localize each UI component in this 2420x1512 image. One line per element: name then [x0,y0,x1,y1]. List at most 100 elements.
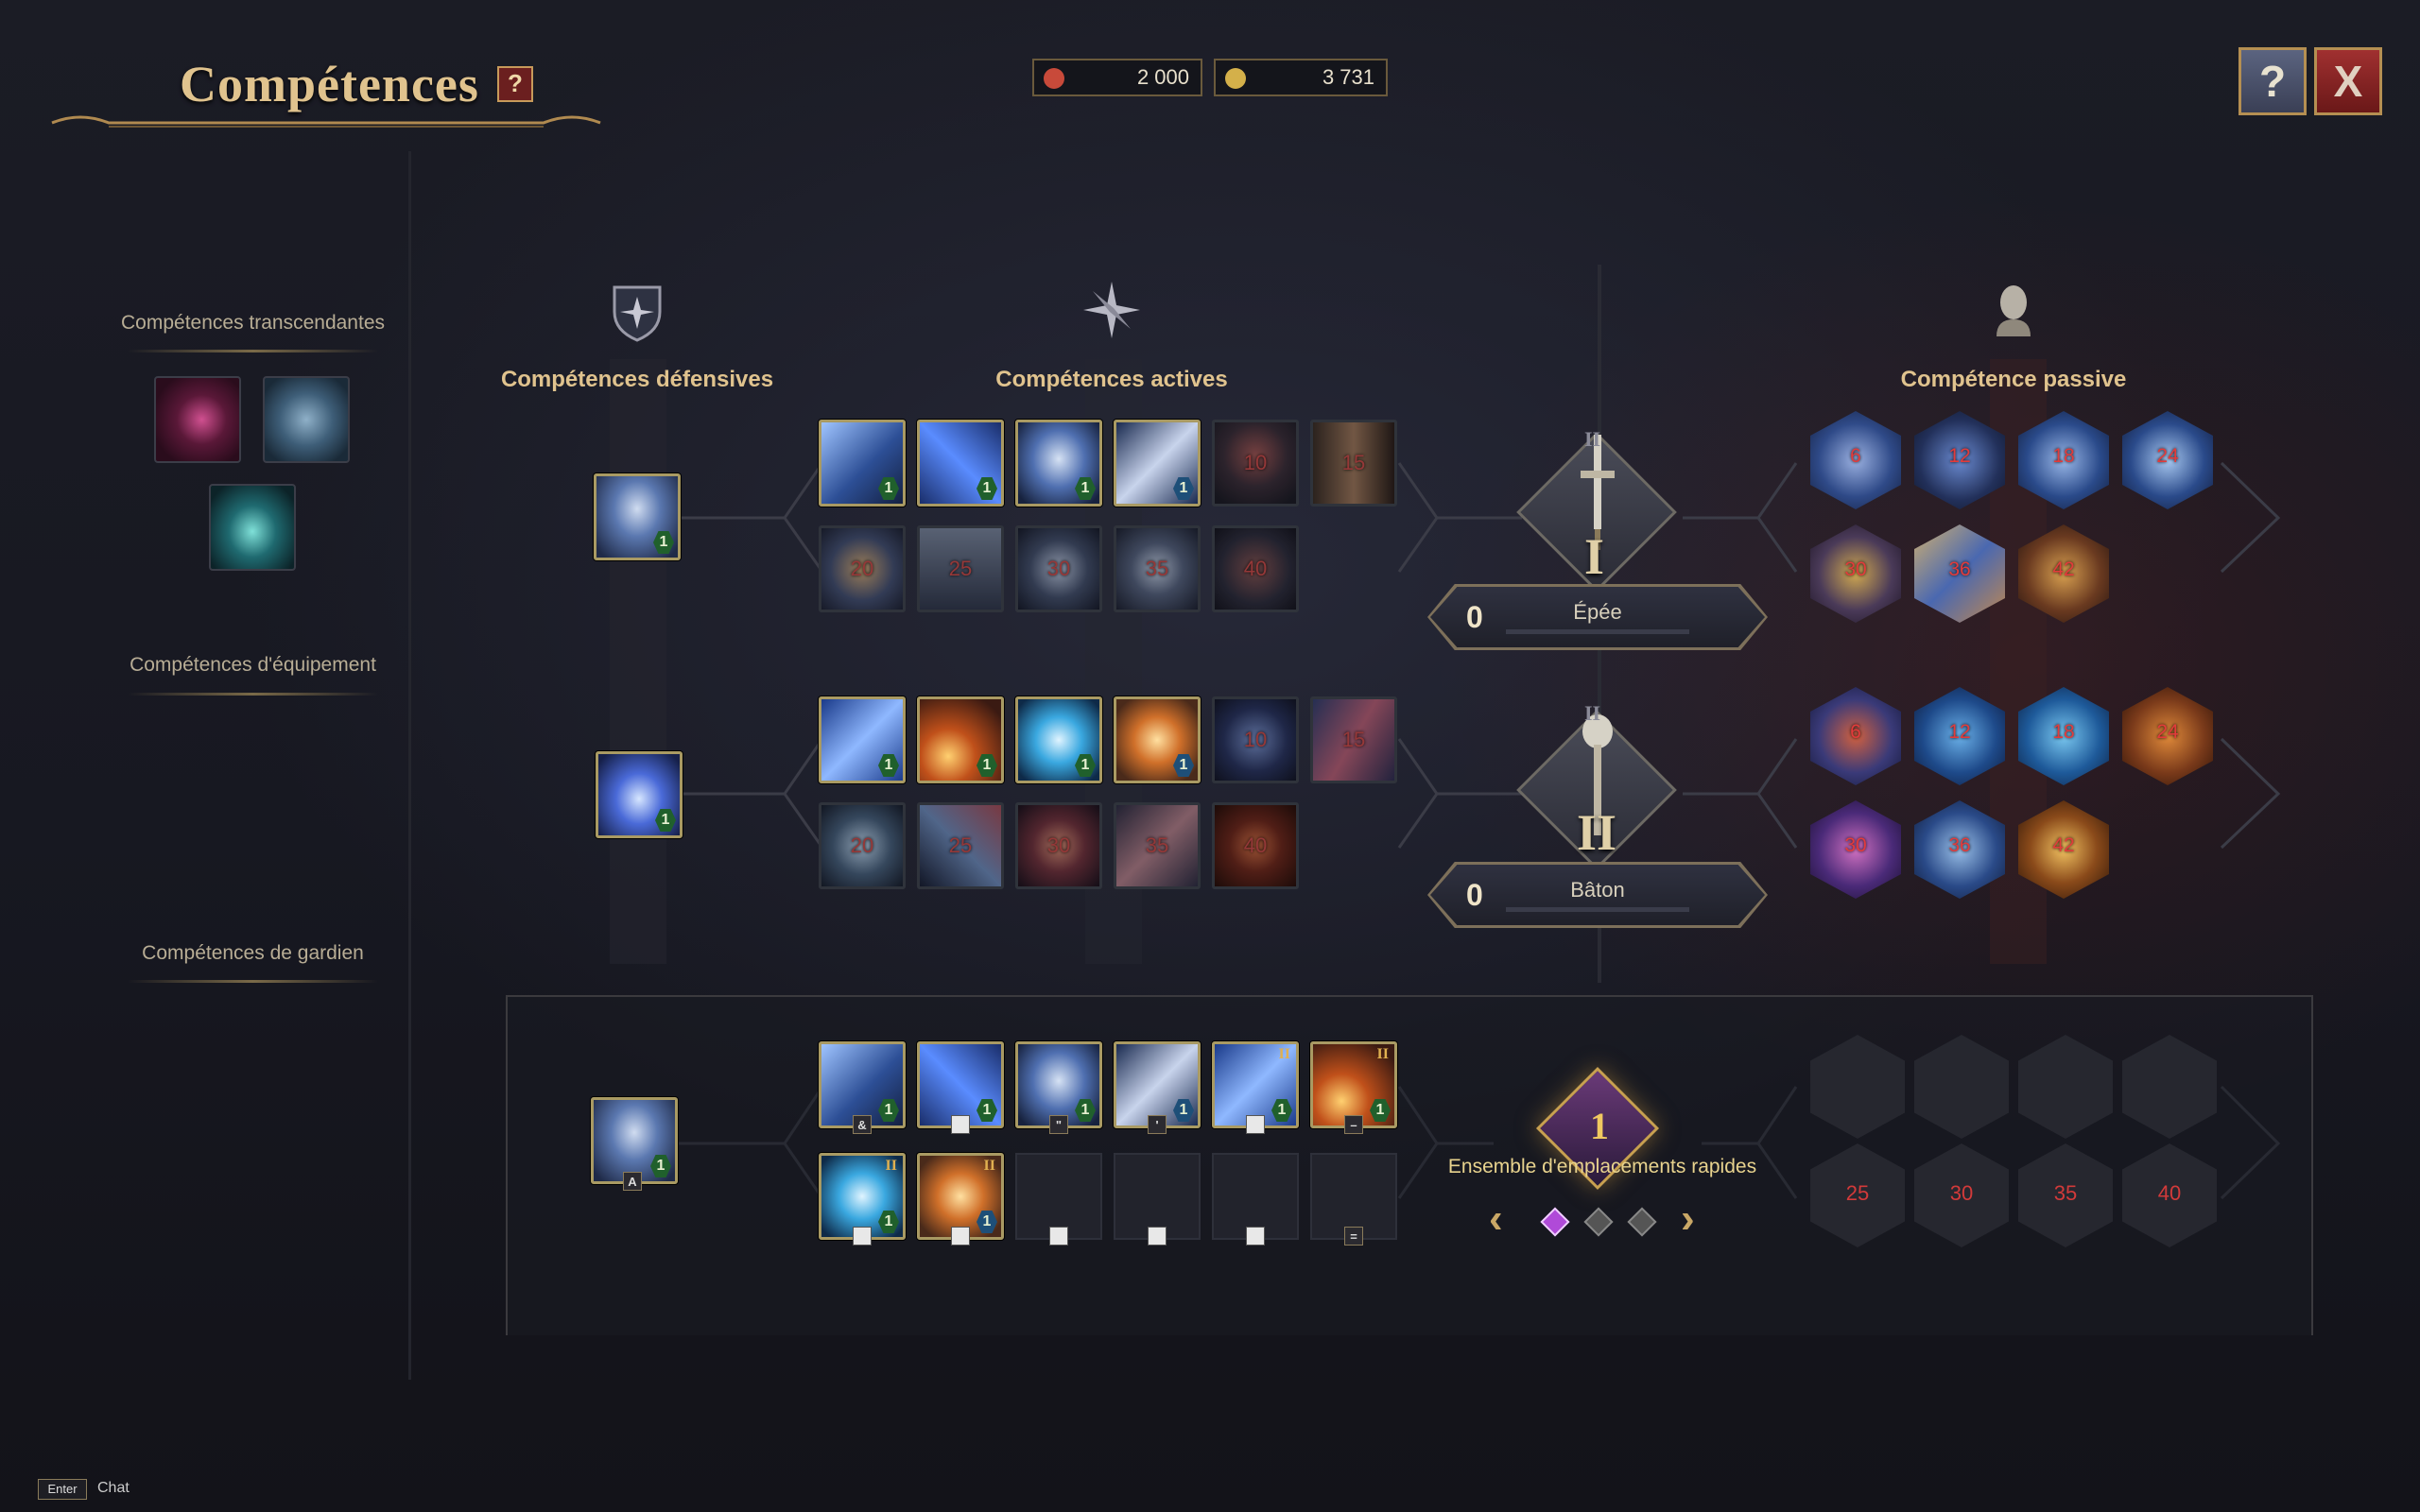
hotkey-label: A [623,1172,642,1191]
passive-head-emblem-icon [1996,285,2031,336]
hotkey-label: " [1049,1115,1068,1134]
active-skill-fortress[interactable]: 25 [917,525,1004,612]
active-skill-spin-slash[interactable]: 20 [819,525,906,612]
unlock-level: 10 [1243,728,1268,751]
unlock-level: 42 [2052,558,2075,580]
unlock-level: 40 [1243,833,1268,857]
skill-level-badge: 1 [1271,1099,1292,1122]
weapon-plate-baton[interactable]: 0 Bâton [1427,862,1768,928]
skill-level-badge: 1 [650,1155,671,1177]
unlock-level: 40 [1243,557,1268,580]
hotkey-label [1246,1227,1265,1246]
skill-level-badge: 1 [1075,754,1096,777]
unlock-level: 30 [1844,558,1867,580]
unlock-level: 20 [850,833,874,857]
weapon-xp-bar [1506,629,1689,634]
unlock-level: 24 [2156,721,2179,743]
guide-book-button[interactable]: ? [2238,47,2307,115]
weapon-roman-numeral: I [1584,528,1605,585]
water-drop-icon[interactable] [209,484,296,571]
defensive-shield-emblem-icon [613,285,662,342]
skill-level-badge: 1 [1370,1099,1391,1122]
active-skill-blade-shield[interactable]: 1 [819,420,906,507]
divider [128,350,378,352]
skill-level-badge: 1 [977,477,997,500]
active-skill-ice-spire[interactable]: 10 [1212,696,1299,783]
hotkey-label [853,1227,872,1246]
tier-mark: II [885,1158,897,1174]
skill-level-badge: 1 [1173,754,1194,777]
unlock-level: 10 [1243,451,1268,474]
guardian-skills-title: Compétences de gardien [142,942,364,964]
active-skill-frost-nova[interactable]: 1 [1015,696,1102,783]
active-skill-ice-shards[interactable]: 25 [917,802,1004,889]
hotkey-label: & [853,1115,872,1134]
unlock-level: 35 [1145,833,1169,857]
skill-level-badge: 1 [878,1211,899,1233]
unlock-level: 12 [1948,445,1971,467]
title-ornament [51,115,601,128]
weapon-tier-mark: II [1584,701,1601,725]
equipment-skills-title: Compétences d'équipement [130,654,376,676]
active-skill-explosion[interactable]: 1 [1114,696,1201,783]
help-button[interactable]: ? [497,66,533,102]
unlock-level: 25 [1845,1181,1870,1205]
currency-scroll: 2 000 [1032,59,1202,96]
unlock-level: 15 [1341,451,1366,474]
currency-scroll-value: 2 000 [1136,65,1189,89]
active-skill-thunder-spear[interactable]: 35 [1114,802,1201,889]
active-skill-fire-burst[interactable]: 30 [1015,802,1102,889]
weapon-xp-bar [1506,907,1689,912]
prev-set-arrow[interactable]: ‹ [1489,1195,1503,1243]
hotkey-label: ' [1148,1115,1167,1134]
active-skill-sword-slash[interactable]: 1 [917,420,1004,507]
active-skill-whirlwind[interactable]: 30 [1015,525,1102,612]
active-skill-sword-plunge[interactable]: 40 [1212,525,1299,612]
active-skill-frost-armor[interactable]: 20 [819,802,906,889]
hotkey-label [1049,1227,1068,1246]
unlock-level: 30 [1046,557,1071,580]
active-skill-lightning-bolt[interactable]: 1 [819,696,906,783]
unlock-level: 18 [2052,445,2075,467]
active-star-emblem-icon [1083,282,1140,338]
unlock-level: 25 [948,833,973,857]
defensive-skill-arcane-barrier[interactable]: 1 [596,751,683,838]
active-skill-inferno[interactable]: 40 [1212,802,1299,889]
unlock-level: 30 [1046,833,1071,857]
unlock-level: 36 [1948,558,1971,580]
skill-level-badge: 1 [1075,477,1096,500]
moon-icon[interactable] [154,376,241,463]
weapon-points: 0 [1466,600,1483,634]
close-button[interactable]: X [2314,47,2382,115]
active-skills-title: Compétences actives [995,367,1228,392]
active-skill-shield-guard[interactable]: 1 [1015,420,1102,507]
active-skill-impact[interactable]: 35 [1114,525,1201,612]
unlock-level: 30 [1949,1181,1974,1205]
quick-slots-label: Ensemble d'emplacements rapides [1447,1156,1757,1177]
page-title: Compétences [180,56,479,112]
active-skill-arcane-wave[interactable]: 15 [1310,696,1397,783]
weapon-roman-numeral: II [1577,804,1617,861]
wind-icon[interactable] [263,376,350,463]
weapon-plate-epee[interactable]: 0 Épée [1427,584,1768,650]
active-skill-roar[interactable]: 10 [1212,420,1299,507]
unlock-level: 6 [1850,445,1861,467]
hotkey-label [1246,1115,1265,1134]
active-skill-warrior-leap[interactable]: 15 [1310,420,1397,507]
skill-level-badge: 1 [977,754,997,777]
next-set-arrow[interactable]: › [1681,1195,1695,1243]
unlock-level: 40 [2157,1181,2182,1205]
tier-mark: II [983,1158,995,1174]
hotkey-label [951,1227,970,1246]
chat-key-hint[interactable]: Enter [38,1479,87,1500]
unlock-level: 35 [2053,1181,2078,1205]
defensive-skill-knight-shield[interactable]: 1 [594,473,681,560]
skill-level-badge: 1 [1173,1099,1194,1122]
active-skill-fireball[interactable]: 1 [917,696,1004,783]
skill-level-badge: 1 [655,809,676,832]
divider [128,980,378,983]
weapon-tier-mark: II [1584,427,1601,451]
active-skill-chain-blade[interactable]: 1 [1114,420,1201,507]
unlock-level: 25 [948,557,973,580]
unlock-level: 15 [1341,728,1366,751]
